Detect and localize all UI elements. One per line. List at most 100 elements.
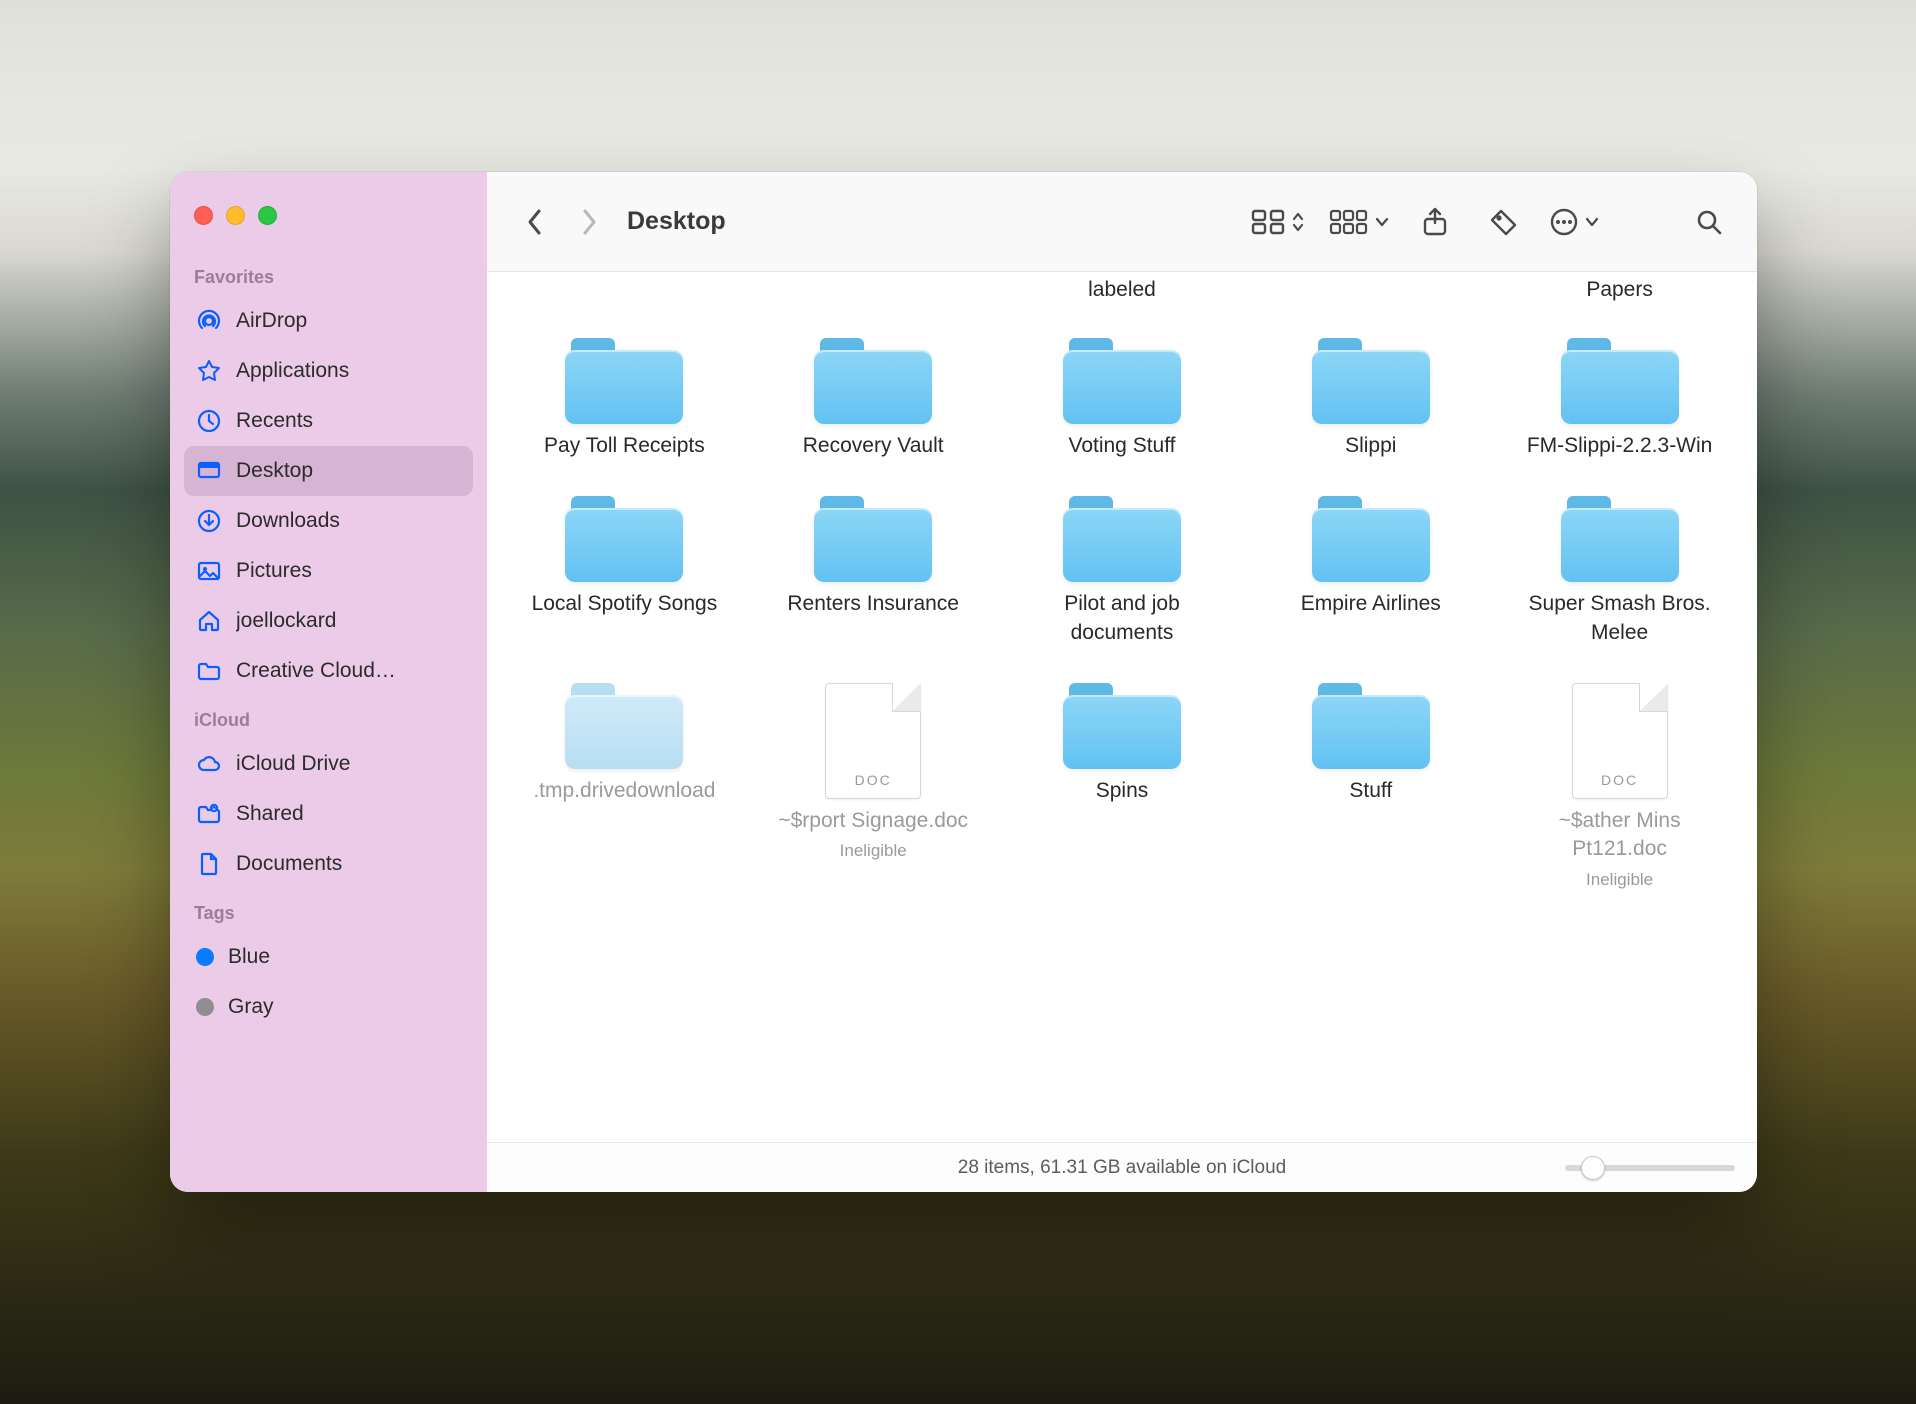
item-subtext: Ineligible	[1586, 870, 1653, 890]
item-name: Empire Airlines	[1301, 590, 1441, 618]
sidebar-item-recents[interactable]: Recents	[184, 396, 473, 446]
sidebar-section-label: Favorites	[184, 253, 473, 296]
sidebar-item-label: Downloads	[236, 509, 340, 533]
item-subtext: Ineligible	[840, 841, 907, 861]
item-name: Super Smash Bros. Melee	[1520, 590, 1720, 647]
share-button[interactable]	[1413, 200, 1457, 244]
sidebar-item-label: Applications	[236, 359, 349, 383]
forward-button[interactable]	[567, 200, 611, 244]
folder-item[interactable]: .tmp.drivedownload	[505, 683, 744, 890]
sidebar-item-downloads[interactable]: Downloads	[184, 496, 473, 546]
file-item[interactable]: DOC~$ather Mins Pt121.docIneligible	[1500, 683, 1739, 890]
sidebar-item-icloud-drive[interactable]: iCloud Drive	[184, 739, 473, 789]
finder-window: Favorites AirDrop Applications Recents Deskt…	[170, 172, 1757, 1192]
folder-item[interactable]: FM-Slippi-2.2.3-Win	[1500, 338, 1739, 460]
desktop-icon	[196, 458, 222, 484]
tag-dot-icon	[196, 948, 214, 966]
sidebar-item-desktop[interactable]: Desktop	[184, 446, 473, 496]
view-mode-button[interactable]	[1251, 209, 1305, 235]
folder-item[interactable]: Empire Airlines	[1251, 496, 1490, 647]
sidebar-item-label: AirDrop	[236, 309, 307, 333]
item-name: Spins	[1096, 777, 1149, 805]
chevron-down-icon	[1375, 215, 1389, 229]
toolbar: Desktop	[487, 172, 1757, 272]
tags-button[interactable]	[1481, 200, 1525, 244]
folder-item[interactable]: Pilot and job documents	[1003, 496, 1242, 647]
ellipsis-circle-icon	[1549, 207, 1579, 237]
folder-icon	[565, 496, 683, 582]
cloud-icon	[196, 751, 222, 777]
folder-icon	[1561, 338, 1679, 424]
sidebar-item-documents[interactable]: Documents	[184, 839, 473, 889]
minimize-window-button[interactable]	[226, 206, 245, 225]
folder-icon	[814, 338, 932, 424]
pictures-icon	[196, 558, 222, 584]
sidebar-item-airdrop[interactable]: AirDrop	[184, 296, 473, 346]
item-name: Slippi	[1345, 432, 1396, 460]
folder-item[interactable]: Slippi	[1251, 338, 1490, 460]
item-name: Stuff	[1349, 777, 1392, 805]
location-title: Desktop	[627, 207, 726, 236]
group-by-button[interactable]	[1329, 209, 1389, 235]
folder-item[interactable]: Super Smash Bros. Melee	[1500, 496, 1739, 647]
item-name: ~$rport Signage.doc	[778, 807, 968, 835]
item-name: Pay Toll Receipts	[544, 432, 705, 460]
item-name: Pilot and job documents	[1022, 590, 1222, 647]
folder-icon	[1063, 683, 1181, 769]
sidebar-item-label: Recents	[236, 409, 313, 433]
item-name: FM-Slippi-2.2.3-Win	[1527, 432, 1713, 460]
folder-item[interactable]: Stuff	[1251, 683, 1490, 890]
zoom-window-button[interactable]	[258, 206, 277, 225]
sidebar-item-shared[interactable]: Shared	[184, 789, 473, 839]
item-name: ~$ather Mins Pt121.doc	[1520, 807, 1720, 864]
folder-item[interactable]: Recovery Vault	[754, 338, 993, 460]
sidebar-item-pictures[interactable]: Pictures	[184, 546, 473, 596]
file-item[interactable]: DOC ~$rport Signage.doc Ineligible	[754, 683, 993, 890]
sidebar-item-label: Shared	[236, 802, 304, 826]
folder-item[interactable]: Renters Insurance	[754, 496, 993, 647]
sidebar: Favorites AirDrop Applications Recents Deskt…	[170, 172, 487, 1192]
overflow-label: labeled	[1003, 272, 1242, 302]
folder-icon	[1312, 683, 1430, 769]
doc-type-label: DOC	[855, 772, 892, 788]
sidebar-item-label: Pictures	[236, 559, 312, 583]
applications-icon	[196, 358, 222, 384]
toolbar-right-group	[1251, 200, 1731, 244]
shared-icon	[196, 801, 222, 827]
airdrop-icon	[196, 308, 222, 334]
recents-icon	[196, 408, 222, 434]
folder-icon	[565, 338, 683, 424]
search-button[interactable]	[1687, 200, 1731, 244]
home-icon	[196, 608, 222, 634]
sidebar-item-label: iCloud Drive	[236, 752, 350, 776]
item-name: Recovery Vault	[803, 432, 944, 460]
item-name: Local Spotify Songs	[532, 590, 718, 618]
sidebar-item-creative-cloud[interactable]: Creative Cloud…	[184, 646, 473, 696]
sidebar-item-applications[interactable]: Applications	[184, 346, 473, 396]
close-window-button[interactable]	[194, 206, 213, 225]
folder-item[interactable]: Voting Stuff	[1003, 338, 1242, 460]
sidebar-item-label: Blue	[228, 945, 270, 969]
folder-icon	[1312, 496, 1430, 582]
folder-icon	[1561, 496, 1679, 582]
sidebar-item-label: joellockard	[236, 609, 336, 633]
icon-grid-icon	[1251, 209, 1285, 235]
folder-icon	[814, 496, 932, 582]
folder-item[interactable]: Pay Toll Receipts	[505, 338, 744, 460]
sidebar-item-joellockard[interactable]: joellockard	[184, 596, 473, 646]
sidebar-item-gray[interactable]: Gray	[184, 982, 473, 1032]
group-grid-icon	[1329, 209, 1369, 235]
back-button[interactable]	[513, 200, 557, 244]
action-menu-button[interactable]	[1549, 207, 1599, 237]
sidebar-item-label: Documents	[236, 852, 342, 876]
folder-item[interactable]: Spins	[1003, 683, 1242, 890]
folder-item[interactable]: Local Spotify Songs	[505, 496, 744, 647]
sidebar-item-label: Gray	[228, 995, 274, 1019]
status-text: 28 items, 61.31 GB available on iCloud	[958, 1157, 1286, 1179]
folder-icon	[565, 683, 683, 769]
window-controls	[184, 198, 473, 253]
sidebar-item-blue[interactable]: Blue	[184, 932, 473, 982]
icon-size-slider[interactable]	[1565, 1165, 1735, 1171]
doc-icon	[196, 851, 222, 877]
icon-view-area[interactable]: labeled Papers Pay Toll ReceiptsRecovery…	[487, 272, 1757, 1142]
